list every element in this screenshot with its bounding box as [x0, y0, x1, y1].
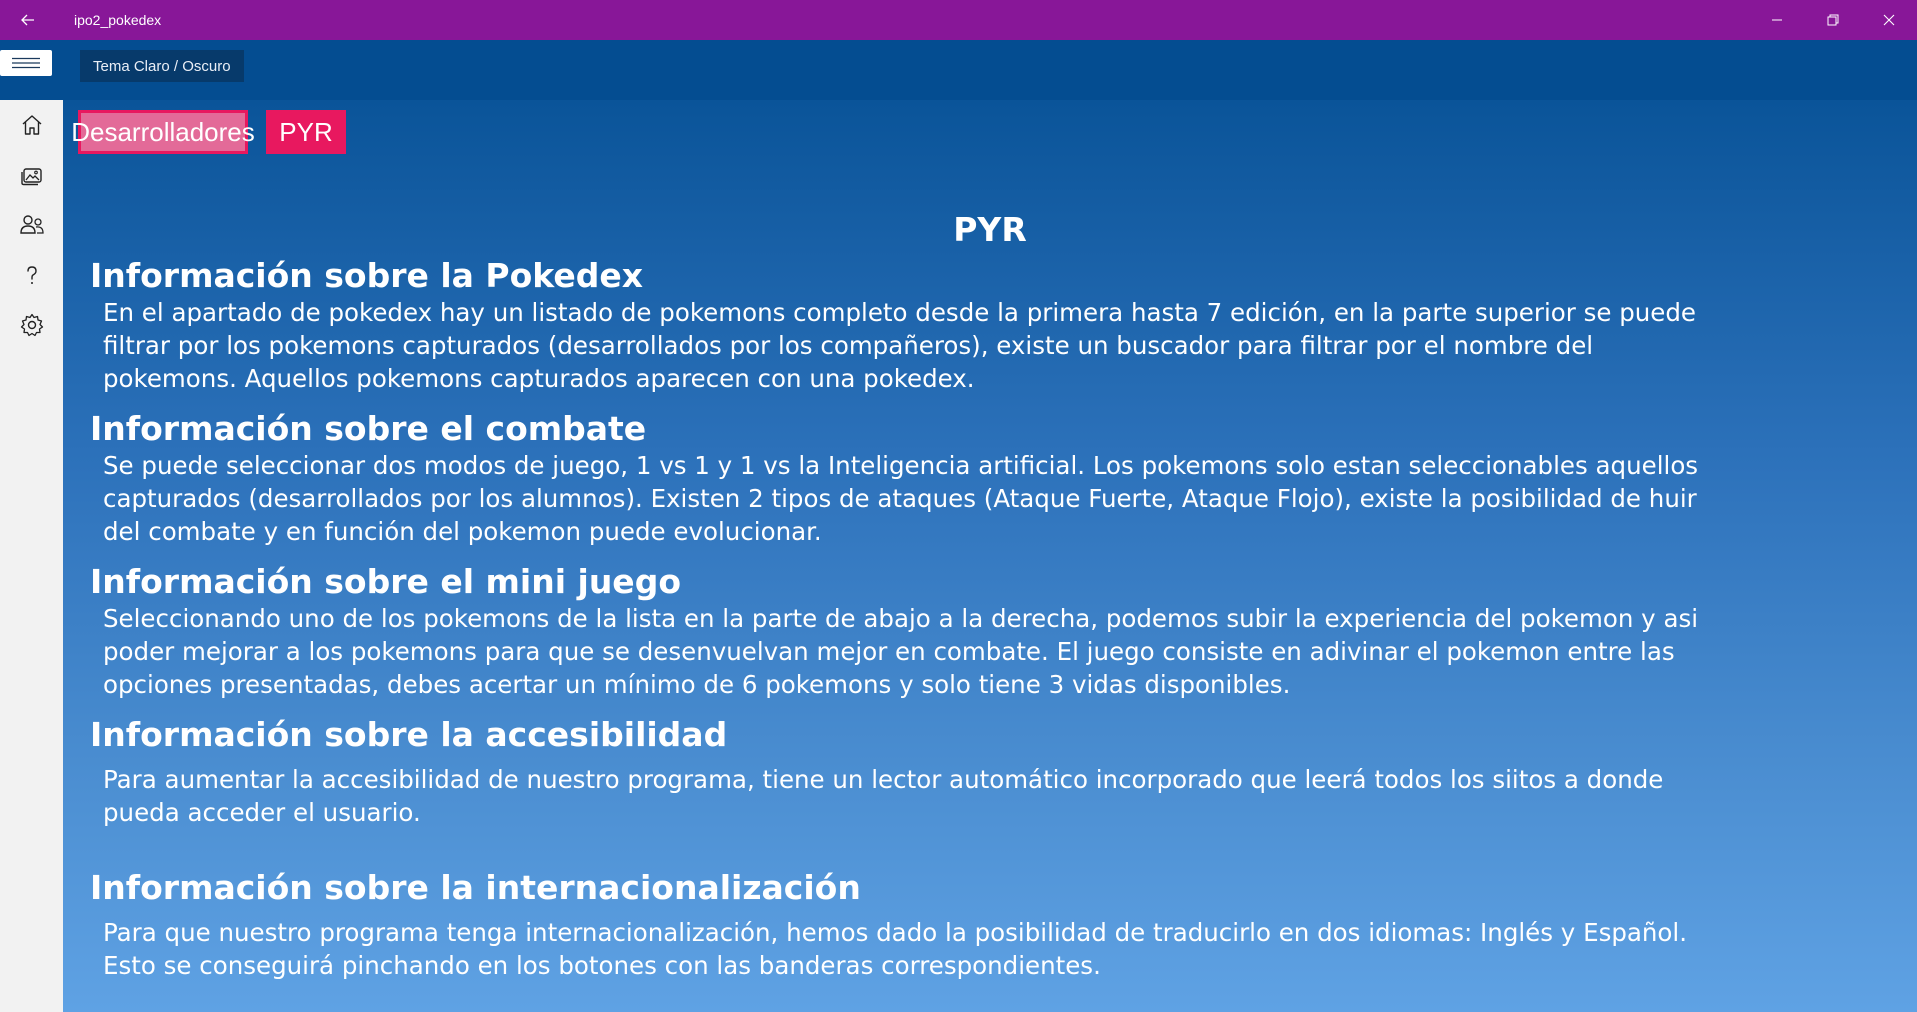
section-accesibilidad: Información sobre la accesibilidad Para …: [90, 715, 1917, 829]
title-bar: ipo2_pokedex: [0, 0, 1917, 40]
section-internacionalizacion: Información sobre la internacionalizació…: [90, 868, 1917, 982]
section-line: Seleccionando uno de los pokemons de la …: [103, 604, 1699, 633]
nav-item-home[interactable]: [0, 100, 63, 150]
section-line: poder mejorar a los pokemons para que se…: [103, 637, 1675, 666]
restore-button[interactable]: [1805, 0, 1861, 40]
command-bar: Tema Claro / Oscuro: [0, 40, 1917, 100]
section-pokedex: Información sobre la Pokedex En el apart…: [90, 256, 1917, 395]
page-title: PYR: [953, 210, 1027, 249]
section-line: Para que nuestro programa tenga internac…: [103, 918, 1688, 947]
section-line: filtrar por los pokemons capturados (des…: [103, 331, 1594, 360]
section-line: pueda acceder el usuario.: [103, 798, 421, 827]
nav-rail: [0, 100, 63, 1012]
minimize-icon: [1772, 19, 1782, 21]
section-line: pokemons. Aquellos pokemons capturados a…: [103, 364, 975, 393]
app-window: ipo2_pokedex Tema Claro / Oscuro Desarro…: [0, 0, 1917, 1012]
section-heading: Información sobre la internacionalizació…: [90, 868, 861, 907]
gallery-icon: [20, 168, 42, 186]
tab-pyr[interactable]: PYR: [266, 110, 346, 154]
close-icon: [1883, 14, 1895, 26]
menu-toggle-button[interactable]: [0, 50, 52, 76]
section-minijuego: Información sobre el mini juego Seleccio…: [90, 562, 1917, 701]
restore-icon: [1827, 14, 1839, 26]
hamburger-icon: [12, 57, 40, 69]
section-line: capturados (desarrollados por los alumno…: [103, 484, 1697, 513]
back-button[interactable]: [0, 0, 56, 40]
close-button[interactable]: [1861, 0, 1917, 40]
help-icon: [26, 266, 37, 284]
section-line: En el apartado de pokedex hay un listado…: [103, 298, 1697, 327]
tab-developers[interactable]: Desarrolladores: [71, 110, 255, 154]
gear-icon: [20, 313, 43, 337]
people-icon: [19, 215, 44, 234]
section-combate: Información sobre el combate Se puede se…: [90, 409, 1917, 548]
nav-item-people[interactable]: [0, 200, 63, 250]
section-line: opciones presentadas, debes acertar un m…: [103, 670, 1291, 699]
section-heading: Información sobre la accesibilidad: [90, 715, 728, 754]
section-heading: Información sobre el mini juego: [90, 562, 681, 601]
window-controls: [1749, 0, 1917, 40]
section-heading: Información sobre la Pokedex: [90, 256, 643, 295]
home-icon: [22, 115, 41, 135]
theme-toggle-button[interactable]: Tema Claro / Oscuro: [80, 50, 244, 82]
nav-item-help[interactable]: [0, 250, 63, 300]
back-arrow-icon: [21, 14, 34, 26]
minimize-button[interactable]: [1749, 0, 1805, 40]
section-line: del combate y en función del pokemon pue…: [103, 517, 822, 546]
section-line: Para aumentar la accesibilidad de nuestr…: [103, 765, 1664, 794]
tab-row: Desarrolladores PYR: [71, 110, 346, 154]
nav-item-gallery[interactable]: [0, 150, 63, 200]
nav-item-settings[interactable]: [0, 300, 63, 350]
section-line: Se puede seleccionar dos modos de juego,…: [103, 451, 1699, 480]
section-line: Esto se conseguirá pinchando en los boto…: [103, 951, 1101, 980]
section-heading: Información sobre el combate: [90, 409, 647, 448]
main-content: Desarrolladores PYR PYR Información sobr…: [63, 100, 1917, 1012]
window-title: ipo2_pokedex: [74, 12, 162, 28]
